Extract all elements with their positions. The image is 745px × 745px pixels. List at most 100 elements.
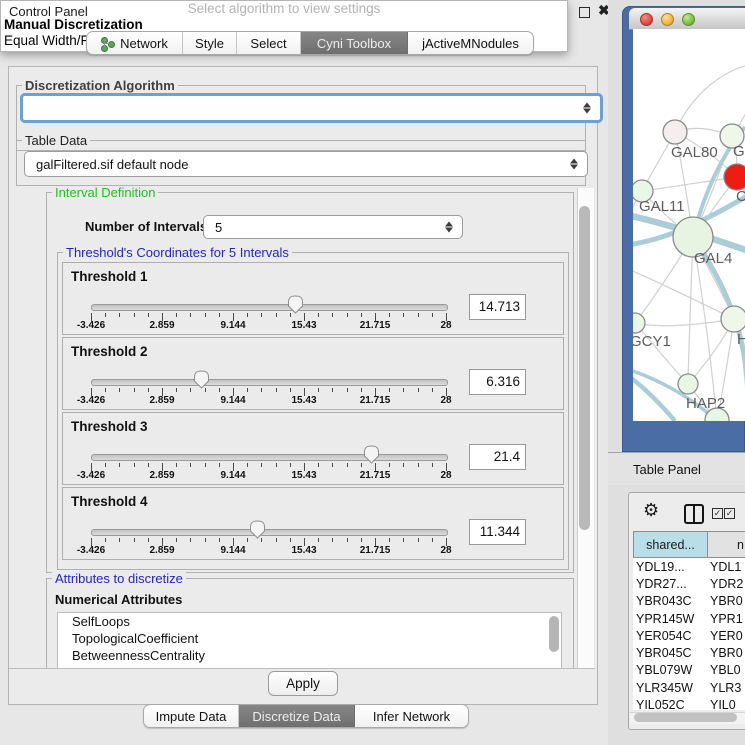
slider-tick [134,463,135,467]
gear-icon[interactable]: ⚙ [643,500,659,521]
slider-tick [176,463,177,467]
table-row[interactable]: YBR045CYBR0 [633,644,745,661]
slider-tick [290,388,291,392]
checkbox-icon[interactable]: ✓ [712,508,723,519]
table-row[interactable]: YDR27...YDR2 [633,575,745,592]
slider-tick [247,313,248,317]
tab-style[interactable]: Style [183,32,237,54]
table-cell: YLR3 [710,681,745,695]
slider-thumb[interactable] [287,295,304,314]
network-node-gcy1[interactable] [633,313,645,333]
slider-tick [119,313,120,317]
cyni-mode-tabs: Impute Data Discretize Data Infer Networ… [143,704,469,728]
slider-tick [332,313,333,317]
table-cell: YBL0 [710,663,745,677]
slider-tick [190,463,191,467]
slider-tick-label: 9.144 [220,395,245,406]
table-cell: YBR0 [710,594,745,608]
slider-tick [247,538,248,542]
slider-track[interactable] [91,304,448,311]
tab-discretize-data[interactable]: Discretize Data [239,705,355,727]
slider-tick [148,538,149,542]
tab-network[interactable]: Network [87,32,183,54]
list-item[interactable]: TopologicalCoefficient [58,630,561,647]
threshold-value-field[interactable]: 11.344 [469,519,526,545]
slider-tick-label: 28 [440,320,451,331]
threshold-panel: Threshold 2 -3.4262.8599.14415.4321.7152… [62,337,564,410]
numerical-attributes-label: Numerical Attributes [55,592,182,607]
slider-tick [332,538,333,542]
slider-tick [290,538,291,542]
slider-tick-label: 15.43 [291,395,316,406]
tab-cyni-toolbox[interactable]: Cyni Toolbox [301,32,408,54]
float-window-icon[interactable] [579,7,590,18]
list-item[interactable]: SelfLoops [58,613,561,630]
table-row[interactable]: YBL079WYBL0 [633,662,745,679]
apply-button[interactable]: Apply [268,671,338,696]
slider-thumb[interactable] [363,445,380,464]
slider-tick [219,388,220,392]
node-label: H [737,331,745,348]
threshold-value-field[interactable]: 14.713 [469,294,526,320]
number-of-intervals-combo[interactable]: 5 [203,215,463,239]
slider-tick [389,313,390,317]
close-traffic-light[interactable] [640,13,653,26]
slider-tick-label: -3.426 [77,320,105,331]
slider-tick [276,388,277,392]
table-data-combo[interactable]: galFiltered.sif default node [24,151,588,177]
tab-jactivemnodules[interactable]: jActiveMNodules [408,32,533,54]
threshold-value-field[interactable]: 21.4 [469,444,526,470]
slider-tick-label: 2.859 [149,470,174,481]
slider-tick-label: -3.426 [77,545,105,556]
slider-track[interactable] [91,454,448,461]
threshold-value-field[interactable]: 6.316 [469,369,526,395]
slider-track[interactable] [91,379,448,386]
numerical-attributes-list[interactable]: SelfLoops TopologicalCoefficient Between… [57,612,562,668]
node-table-body: YDL19...YDL1YDR27...YDR2YBR043CYBR0YPR14… [633,558,745,710]
table-row[interactable]: YBR043CYBR0 [633,593,745,610]
column-header-name[interactable]: n [707,531,745,558]
settings-scrollbar-thumb[interactable] [579,206,590,530]
screenshot-root: Control Panel ✖ Network Style Select Cyn… [0,0,745,745]
table-row[interactable]: YIL052CYIL0 [633,696,745,710]
tab-infer-network[interactable]: Infer Network [355,705,468,727]
list-item[interactable]: BetweennessCentrality [58,647,561,664]
slider-tick-label: 15.43 [291,470,316,481]
network-node-h[interactable] [721,306,745,332]
slider-track[interactable] [91,529,448,536]
tab-label: Impute Data [156,709,227,724]
network-node-gal80[interactable] [663,120,687,144]
table-row[interactable]: YLR345WYLR3 [633,679,745,696]
slider-tick [134,538,135,542]
slider-thumb[interactable] [193,370,210,389]
slider-tick [261,463,262,467]
combo-stepper-icon [445,221,453,234]
minimize-traffic-light[interactable] [661,13,674,26]
checkbox-icon[interactable]: ✓ [724,508,735,519]
slider-tick [290,463,291,467]
algorithm-combo[interactable] [20,93,603,123]
slider-tick-label: 21.715 [360,545,391,556]
table-row[interactable]: YPR145WYPR1 [633,610,745,627]
slider-tick [276,463,277,467]
table-hscrollbar-thumb[interactable] [634,713,737,722]
slider-tick [347,538,348,542]
zoom-traffic-light[interactable] [682,13,695,26]
slider-thumb[interactable] [249,520,266,539]
tab-select[interactable]: Select [237,32,301,54]
threshold-value: 11.344 [470,520,525,544]
network-view-canvas[interactable]: GAL80 G C GAL11 GAL4 GCY1 H HAP2 [633,29,745,421]
slider-tick-label: -3.426 [77,470,105,481]
network-node-red-selected[interactable] [724,164,745,190]
slider-tick [105,538,106,542]
table-row[interactable]: YER054CYER0 [633,627,745,644]
column-header-shared-name[interactable]: shared... [633,531,708,558]
table-row[interactable]: YDL19...YDL1 [633,558,745,575]
network-node-hap2[interactable] [678,374,698,394]
slider-tick [148,313,149,317]
list-scrollbar[interactable] [549,616,559,652]
slider-tick [247,463,248,467]
slider-tick-label: 2.859 [149,320,174,331]
column-layout-icon[interactable] [684,504,704,524]
tab-impute-data[interactable]: Impute Data [144,705,239,727]
